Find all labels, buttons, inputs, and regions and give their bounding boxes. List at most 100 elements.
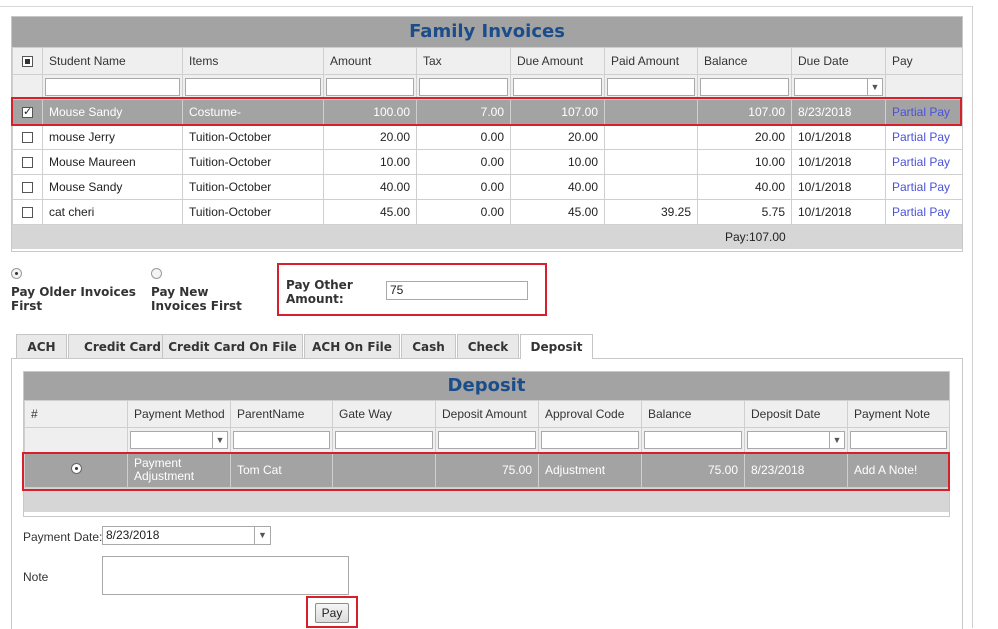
filter-parent-name[interactable]	[233, 431, 330, 449]
invoice-balance: 107.00	[697, 99, 792, 125]
col-paid-amount[interactable]: Paid Amount	[604, 47, 698, 75]
col-tax[interactable]: Tax	[416, 47, 511, 75]
select-all-checkbox[interactable]	[22, 56, 33, 68]
row-select-cell[interactable]	[12, 124, 43, 150]
filter-balance[interactable]	[700, 78, 789, 96]
chevron-down-icon: ▼	[867, 79, 882, 95]
tab-check[interactable]: Check	[457, 334, 519, 358]
filter-items[interactable]	[185, 78, 321, 96]
col-deposit-date[interactable]: Deposit Date	[744, 400, 848, 428]
col-pay[interactable]: Pay	[885, 47, 963, 75]
row-checkbox[interactable]	[22, 105, 33, 119]
col-gateway[interactable]: Gate Way	[332, 400, 436, 428]
invoice-row[interactable]: Mouse SandyCostume-100.007.00107.00107.0…	[12, 99, 963, 125]
tab-credit-card[interactable]: Credit Card	[68, 334, 177, 358]
row-checkbox[interactable]	[22, 157, 33, 169]
row-select-cell[interactable]	[12, 199, 43, 225]
row-checkbox[interactable]	[22, 207, 33, 219]
invoice-student-name: Mouse Sandy	[42, 174, 183, 200]
pay-new-radio[interactable]	[151, 268, 162, 279]
invoice-row[interactable]: cat cheri Tuition-October 45.00 0.00 45.00 39…	[12, 199, 963, 225]
tab-deposit[interactable]: Deposit	[520, 334, 593, 359]
select-all-cell[interactable]	[12, 47, 43, 75]
invoice-item: Costume-	[182, 99, 324, 125]
filter-paid-amount[interactable]	[607, 78, 695, 96]
filter-deposit-balance[interactable]	[644, 431, 742, 449]
col-due-amount[interactable]: Due Amount	[510, 47, 605, 75]
col-due-date[interactable]: Due Date	[791, 47, 886, 75]
invoices-title: Family Invoices	[12, 17, 962, 47]
payment-date-select[interactable]: 8/23/2018 ▼	[102, 526, 271, 545]
filter-deposit-amount[interactable]	[438, 431, 536, 449]
pay-other-amount-input[interactable]: 75	[386, 281, 528, 300]
invoice-row[interactable]: mouse Jerry Tuition-October 20.00 0.00 20.00…	[12, 124, 963, 150]
note-textarea[interactable]	[102, 556, 349, 595]
deposit-select-radio[interactable]	[70, 463, 82, 474]
invoice-row[interactable]: Mouse Maureen Tuition-October 10.00 0.00 10.…	[12, 149, 963, 175]
invoices-filter-row: ▼	[12, 74, 963, 100]
col-balance[interactable]: Balance	[697, 47, 792, 75]
invoice-paid-amount: 39.25	[604, 199, 698, 225]
partial-pay-link[interactable]: Partial Pay	[892, 180, 950, 194]
row-select-cell[interactable]	[12, 174, 43, 200]
invoice-balance: 5.75	[697, 199, 792, 225]
col-amount[interactable]: Amount	[323, 47, 417, 75]
deposit-table: # Payment Method ParentName Gate Way Dep…	[24, 400, 950, 488]
invoice-item: Tuition-October	[182, 199, 324, 225]
filter-gateway[interactable]	[335, 431, 433, 449]
deposit-select-cell[interactable]	[24, 452, 128, 488]
tab-ach[interactable]: ACH	[16, 334, 67, 358]
pay-older-radio[interactable]	[11, 268, 22, 279]
invoice-due-date: 10/1/2018	[791, 124, 886, 150]
invoice-due-date: 8/23/2018	[791, 99, 886, 125]
invoice-item: Tuition-October	[182, 174, 324, 200]
row-select-cell[interactable]	[12, 99, 43, 125]
partial-pay-link[interactable]: Partial Pay	[892, 105, 950, 119]
filter-tax[interactable]	[419, 78, 508, 96]
invoice-due-amount: 20.00	[510, 124, 605, 150]
deposit-note-link[interactable]: Add A Note!	[847, 452, 950, 488]
row-checkbox[interactable]	[22, 132, 33, 144]
pay-button[interactable]: Pay	[315, 603, 349, 623]
col-payment-note[interactable]: Payment Note	[847, 400, 950, 428]
filter-approval-code[interactable]	[541, 431, 639, 449]
invoice-balance: 20.00	[697, 124, 792, 150]
invoice-balance: 10.00	[697, 149, 792, 175]
filter-student-name[interactable]	[45, 78, 180, 96]
deposit-payment-method: Payment Adjustment	[127, 452, 231, 488]
filter-due-amount[interactable]	[513, 78, 602, 96]
invoice-amount: 45.00	[323, 199, 417, 225]
col-parent-name[interactable]: ParentName	[230, 400, 333, 428]
invoice-item: Tuition-October	[182, 149, 324, 175]
filter-payment-method-dropdown[interactable]: ▼	[130, 431, 228, 449]
invoice-paid-amount	[604, 124, 698, 150]
deposit-row[interactable]: Payment Adjustment Tom Cat 75.00 Adjustm…	[24, 452, 950, 488]
partial-pay-link[interactable]: Partial Pay	[892, 130, 950, 144]
col-deposit-balance[interactable]: Balance	[641, 400, 745, 428]
tab-ach-on-file[interactable]: ACH On File	[304, 334, 400, 358]
filter-due-date-dropdown[interactable]: ▼	[794, 78, 883, 96]
filter-payment-note[interactable]	[850, 431, 947, 449]
invoice-paid-amount	[604, 174, 698, 200]
col-approval-code[interactable]: Approval Code	[538, 400, 642, 428]
col-payment-method[interactable]: Payment Method	[127, 400, 231, 428]
tab-cash[interactable]: Cash	[401, 334, 456, 358]
col-deposit-amount[interactable]: Deposit Amount	[435, 400, 539, 428]
deposit-parent-name: Tom Cat	[230, 452, 333, 488]
col-student-name[interactable]: Student Name	[42, 47, 183, 75]
partial-pay-link[interactable]: Partial Pay	[892, 205, 950, 219]
row-select-cell[interactable]	[12, 149, 43, 175]
invoice-student-name: Mouse Sandy	[42, 99, 183, 125]
chevron-down-icon: ▼	[212, 432, 227, 448]
col-items[interactable]: Items	[182, 47, 324, 75]
row-checkbox[interactable]	[22, 182, 33, 194]
filter-amount[interactable]	[326, 78, 414, 96]
filter-deposit-date-dropdown[interactable]: ▼	[747, 431, 845, 449]
invoice-pay-cell: Partial Pay	[885, 99, 963, 125]
invoice-amount: 10.00	[323, 149, 417, 175]
invoice-row[interactable]: Mouse Sandy Tuition-October 40.00 0.00 40.00…	[12, 174, 963, 200]
tab-credit-card-on-file[interactable]: Credit Card On File	[162, 334, 303, 358]
col-index: #	[24, 400, 128, 428]
partial-pay-link[interactable]: Partial Pay	[892, 155, 950, 169]
deposit-header-row: # Payment Method ParentName Gate Way Dep…	[24, 400, 950, 428]
